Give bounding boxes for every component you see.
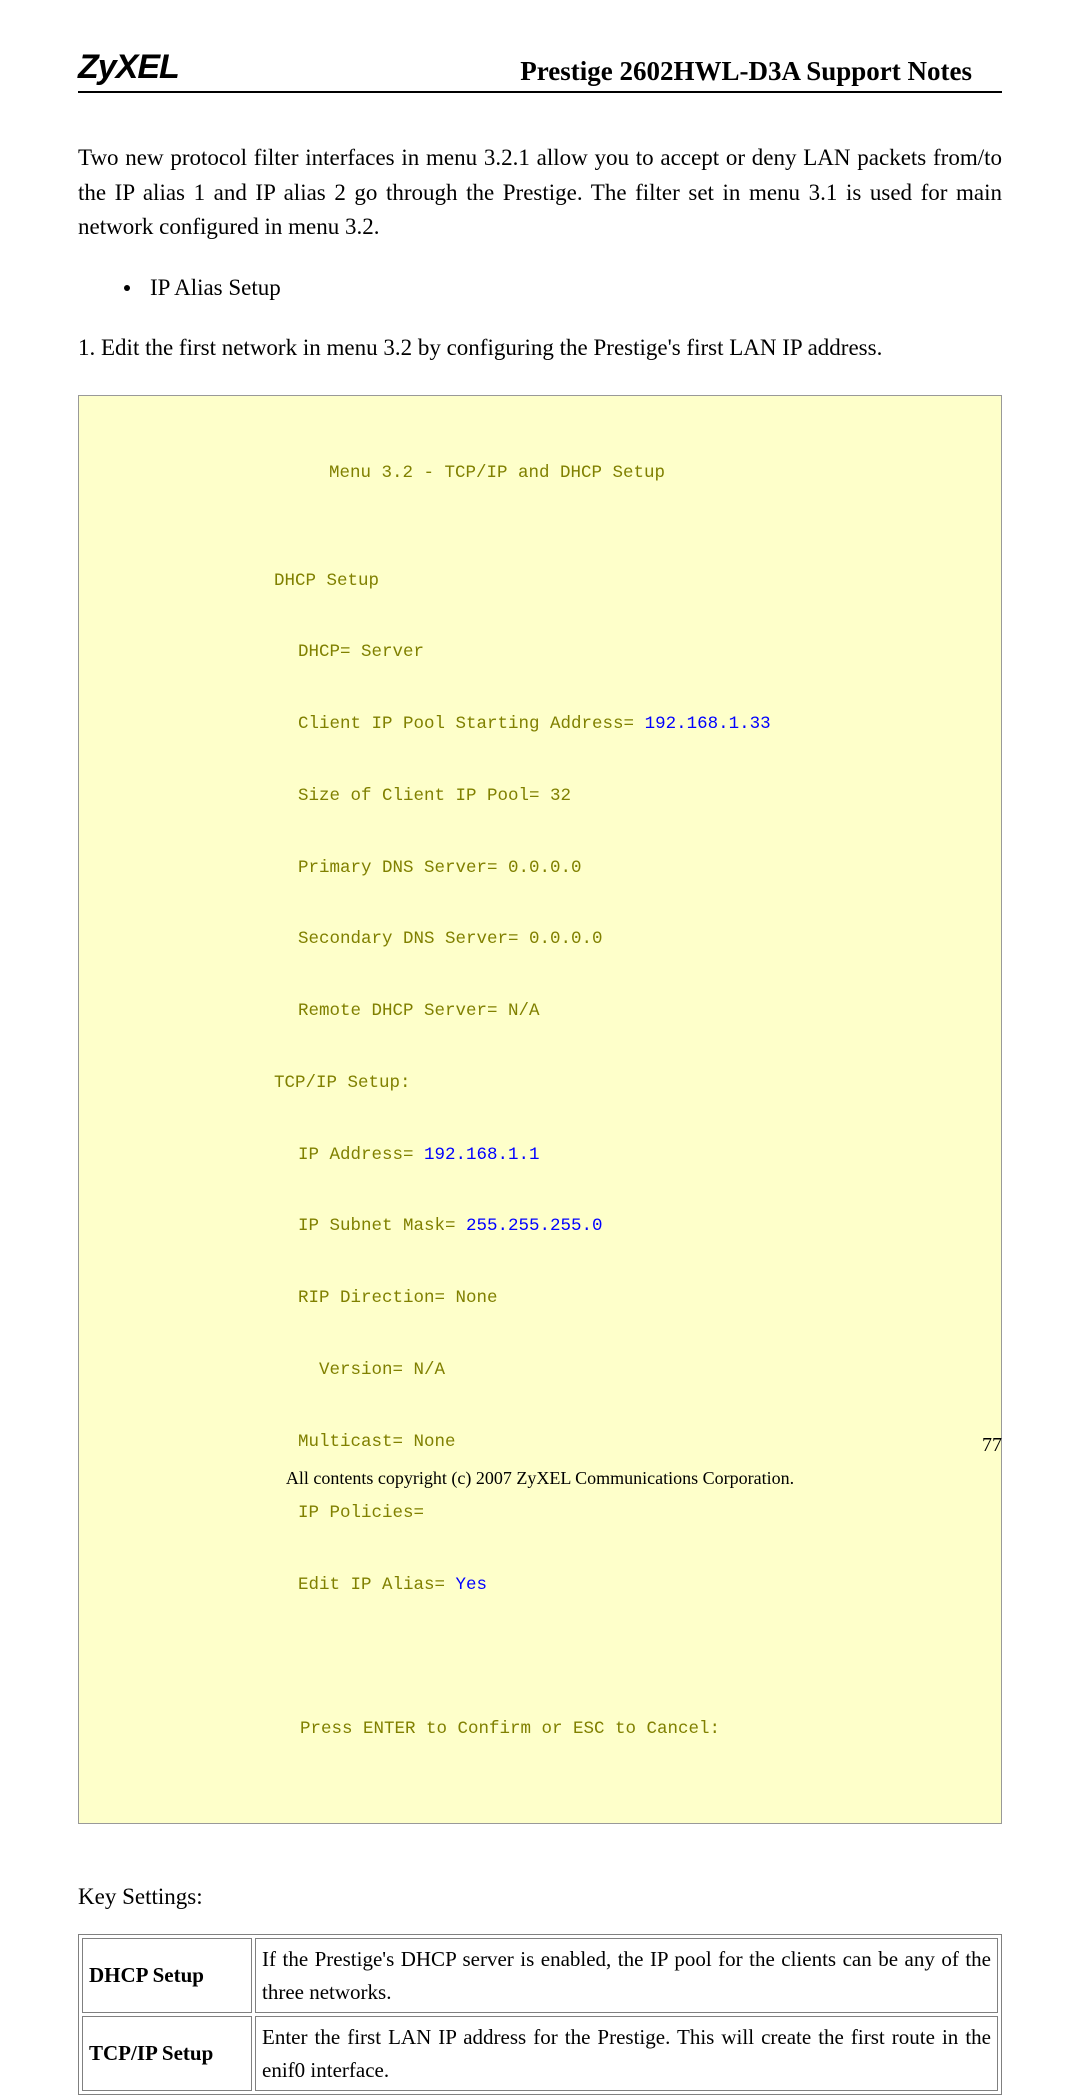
- cell-dhcp-label: DHCP Setup: [82, 1938, 252, 2013]
- term-client-pool: Client IP Pool Starting Address= 192.168…: [79, 707, 1001, 743]
- term-remote-dhcp: Remote DHCP Server= N/A: [79, 994, 1001, 1030]
- page-number: 77: [982, 1434, 1002, 1457]
- table-row: DHCP Setup If the Prestige's DHCP server…: [82, 1938, 998, 2013]
- key-settings-heading: Key Settings:: [78, 1884, 1002, 1910]
- doc-title: Prestige 2602HWL-D3A Support Notes: [520, 56, 1002, 87]
- term-multicast: Multicast= None: [79, 1425, 1001, 1461]
- term-ip-addr-label: IP Address=: [298, 1145, 424, 1165]
- page-header: ZyXEL Prestige 2602HWL-D3A Support Notes: [78, 48, 1002, 93]
- term-edit-alias-val: Yes: [456, 1575, 488, 1595]
- term-ip-addr-val: 192.168.1.1: [424, 1145, 540, 1165]
- cell-tcpip-label: TCP/IP Setup: [82, 2016, 252, 2091]
- term-client-pool-label: Client IP Pool Starting Address=: [298, 714, 645, 734]
- term-rip-dir: RIP Direction= None: [79, 1281, 1001, 1317]
- bullet-item: IP Alias Setup: [124, 275, 1002, 301]
- intro-paragraph: Two new protocol filter interfaces in me…: [78, 141, 1002, 245]
- term-subnet: IP Subnet Mask= 255.255.255.0: [79, 1209, 1001, 1245]
- term-tcpip-setup: TCP/IP Setup:: [79, 1066, 1001, 1102]
- cell-tcpip-desc: Enter the first LAN IP address for the P…: [255, 2016, 998, 2091]
- copyright-footer: All contents copyright (c) 2007 ZyXEL Co…: [0, 1468, 1080, 1489]
- terminal-block: Menu 3.2 - TCP/IP and DHCP Setup DHCP Se…: [78, 395, 1002, 1824]
- term-pool-size: Size of Client IP Pool= 32: [79, 779, 1001, 815]
- term-edit-alias: Edit IP Alias= Yes: [79, 1568, 1001, 1604]
- bullet-label: IP Alias Setup: [150, 275, 281, 301]
- term-ip-addr: IP Address= 192.168.1.1: [79, 1138, 1001, 1174]
- term-edit-alias-label: Edit IP Alias=: [298, 1575, 456, 1595]
- term-prompt: Press ENTER to Confirm or ESC to Cancel:: [79, 1712, 1001, 1748]
- term-dhcp: DHCP= Server: [79, 635, 1001, 671]
- term-dhcp-setup: DHCP Setup: [79, 564, 1001, 600]
- term-subnet-label: IP Subnet Mask=: [298, 1216, 466, 1236]
- step-1-text: 1. Edit the first network in menu 3.2 by…: [78, 331, 1002, 366]
- bullet-icon: [124, 285, 130, 291]
- term-client-pool-val: 192.168.1.33: [645, 714, 771, 734]
- term-secondary-dns: Secondary DNS Server= 0.0.0.0: [79, 922, 1001, 958]
- table-row: TCP/IP Setup Enter the first LAN IP addr…: [82, 2016, 998, 2091]
- term-version: Version= N/A: [79, 1353, 1001, 1389]
- key-settings-table: DHCP Setup If the Prestige's DHCP server…: [78, 1934, 1002, 2095]
- brand-logo: ZyXEL: [78, 48, 179, 87]
- term-title: Menu 3.2 - TCP/IP and DHCP Setup: [79, 456, 665, 492]
- term-primary-dns: Primary DNS Server= 0.0.0.0: [79, 851, 1001, 887]
- cell-dhcp-desc: If the Prestige's DHCP server is enabled…: [255, 1938, 998, 2013]
- term-subnet-val: 255.255.255.0: [466, 1216, 603, 1236]
